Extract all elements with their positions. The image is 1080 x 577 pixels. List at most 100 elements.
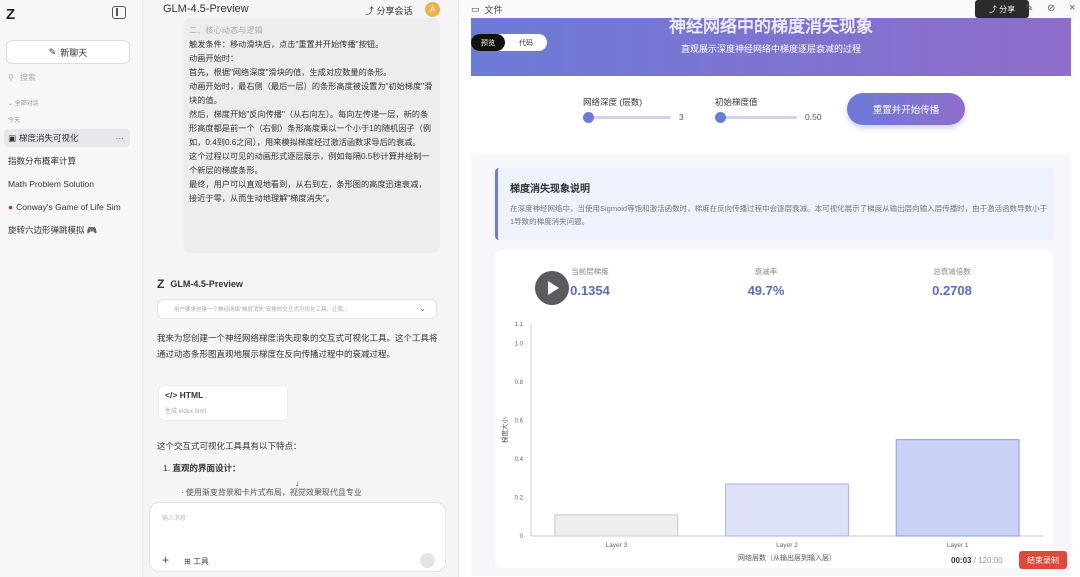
edit-icon[interactable]: ✎ bbox=[1025, 3, 1033, 14]
tab-preview[interactable]: 预览 bbox=[471, 34, 505, 51]
tools-button[interactable]: ⊞ 工具 bbox=[184, 556, 209, 567]
bar-layer-3 bbox=[554, 514, 679, 537]
reply-model-name: GLM-4.5-Preview bbox=[170, 279, 243, 289]
sidebar-toggle-icon[interactable] bbox=[112, 6, 126, 19]
grad-value: 0.50 bbox=[805, 112, 822, 122]
grad-label: 初始梯度值 bbox=[715, 97, 758, 107]
thinking-collapsed[interactable]: 用户要求创建一个神经网络"梯度消失"现象的交互式可视化工具。让我... ⌄ bbox=[157, 299, 437, 319]
share-icon: ⤴ bbox=[988, 4, 997, 14]
reply-intro: 我来为您创建一个神经网络梯度消失现象的交互式可视化工具。这个工具将通过动态条形图… bbox=[157, 333, 438, 359]
message-line: 二、核心动态与逻辑 bbox=[189, 26, 263, 35]
x-tick-label: Layer 3 bbox=[605, 542, 627, 549]
artifact-title: HTML bbox=[179, 390, 204, 400]
add-attachment-button[interactable]: + bbox=[162, 553, 169, 567]
sidebar-item-hexagon[interactable]: 旋转六边形弹跳模拟 🎮 bbox=[4, 221, 130, 239]
message-line: 这个过程以可见的动画形式逐层展示，例如每隔0.5秒计算并绘制一个新层的梯度条形。 bbox=[189, 152, 430, 175]
app-subtitle: 直观展示深度神经网络中梯度逐层衰减的过程 bbox=[680, 44, 861, 54]
controls-panel: 网络深度 (层数) 3 初始梯度值 0.50 重置并开始传播 bbox=[471, 76, 1071, 154]
preview-topbar: ▭ 文件 ⤴ 分享 ✎ ⊘ × bbox=[459, 0, 1080, 18]
depth-value: 3 bbox=[679, 112, 684, 122]
game-icon: ● bbox=[8, 202, 14, 212]
app-preview: 神经网络中的梯度消失现象 直观展示深度神经网络中梯度逐层衰减的过程 预览 代码 … bbox=[471, 18, 1071, 576]
chevron-down-icon[interactable]: ⌄ bbox=[419, 304, 426, 313]
preview-panel: ▭ 文件 ⤴ 分享 ✎ ⊘ × 神经网络中的梯度消失现象 直观展示深度神经网络中… bbox=[458, 0, 1080, 577]
feature-number: 1. bbox=[163, 463, 171, 473]
sidebar-item-label: 梯度消失可视化 bbox=[19, 133, 79, 143]
sidebar-item-label: 旋转六边形弹跳模拟 🎮 bbox=[8, 225, 98, 235]
sidebar-item-exponential[interactable]: 指数分布概率计算 bbox=[4, 152, 130, 170]
sidebar-item-conway[interactable]: ● Conway's Game of Life Sim bbox=[4, 198, 130, 216]
y-tick-label: 0 bbox=[520, 534, 524, 540]
sidebar-item-gradient[interactable]: ▣ 梯度消失可视化 ··· bbox=[4, 129, 130, 147]
share-icon: ⤴ bbox=[365, 6, 375, 16]
folder-icon: ▭ bbox=[471, 4, 480, 14]
message-input[interactable]: 输入消息 + ⊞ 工具 bbox=[149, 502, 446, 572]
y-tick-label: 1.0 bbox=[515, 341, 524, 347]
artifact-subtitle: 生成 index.html bbox=[165, 409, 207, 415]
message-line: 动画开始时，最右侧（最后一层）的条形高度被设置为"初始梯度"滑块的值。 bbox=[189, 82, 433, 105]
sidebar: Z ✎ 新聊天 ⚲ 搜索 ⌄ 全部对话 今天 ▣ 梯度消失可视化 ··· 指数分… bbox=[0, 0, 143, 577]
depth-slider[interactable] bbox=[589, 116, 671, 119]
section-all-label: 全部对话 bbox=[14, 101, 39, 107]
new-chat-button[interactable]: ✎ 新聊天 bbox=[6, 40, 130, 64]
stat-value: 0.2708 bbox=[932, 283, 972, 298]
stat-label: 衰减率 bbox=[754, 267, 778, 276]
depth-slider-handle[interactable] bbox=[583, 112, 594, 123]
chart-card: 当前层梯度 0.1354 衰减率 49.7% 总衰减倍数 0.2708 0 0.2… bbox=[495, 250, 1053, 568]
tab-code[interactable]: 代码 bbox=[505, 34, 547, 51]
explanation-title: 梯度消失现象说明 bbox=[510, 184, 590, 195]
sidebar-item-math[interactable]: Math Problem Solution bbox=[4, 175, 130, 193]
message-line: 首先，根据"网络深度"滑块的值，生成对应数量的条形。 bbox=[189, 68, 392, 77]
gradient-bar-chart: 0 0.2 0.4 0.6 0.8 1.0 1.1 梯度大小 Layer 3 Layer 2 Lay… bbox=[500, 322, 1043, 562]
html-artifact-card[interactable]: </> HTML 生成 index.html bbox=[158, 385, 288, 421]
y-axis-label: 梯度大小 bbox=[500, 417, 509, 444]
file-button[interactable]: ▭ 文件 bbox=[471, 3, 503, 16]
share-session-button[interactable]: ⤴ 分享会话 bbox=[365, 4, 413, 17]
explanation-card: 梯度消失现象说明 在深度神经网络中，当使用Sigmoid等饱和激活函数时，梯度在… bbox=[495, 168, 1053, 240]
share-button[interactable]: ⤴ 分享 bbox=[975, 0, 1029, 18]
feature-detail: · 使用渐变背景和卡片式布局，视觉效果现代且专业 bbox=[181, 488, 362, 497]
more-options-icon[interactable]: ··· bbox=[116, 133, 125, 143]
feature-item: 1. 直观的界面设计： bbox=[163, 462, 240, 474]
stat-label: 总衰减倍数 bbox=[933, 267, 971, 276]
compass-icon[interactable]: ⊘ bbox=[1047, 3, 1055, 14]
chat-title: GLM-4.5-Preview bbox=[163, 3, 249, 15]
share-label: 分享 bbox=[999, 4, 1016, 14]
close-icon[interactable]: × bbox=[1069, 2, 1075, 14]
section-today: 今天 bbox=[8, 118, 21, 124]
reset-start-button[interactable]: 重置并开始传播 bbox=[847, 93, 965, 125]
user-message: 二、核心动态与逻辑 触发条件：移动滑块后，点击"重置并开始传播"按钮。 动画开始… bbox=[183, 18, 440, 253]
y-tick-label: 0.8 bbox=[515, 380, 524, 386]
x-tick-label: Layer 1 bbox=[947, 542, 969, 549]
bar-layer-2 bbox=[725, 483, 849, 537]
message-line: 触发条件：移动滑块后，点击"重置并开始传播"按钮。 bbox=[189, 40, 384, 49]
grad-slider[interactable] bbox=[721, 116, 797, 119]
tools-label: 工具 bbox=[192, 557, 209, 566]
y-tick-label: 0.2 bbox=[515, 495, 524, 501]
reply-header: Z GLM-4.5-Preview bbox=[157, 277, 243, 291]
search-icon: ⚲ bbox=[8, 73, 14, 82]
app-logo: Z bbox=[6, 6, 16, 23]
timer-current: 00:03 bbox=[951, 556, 972, 565]
grad-slider-handle[interactable] bbox=[715, 112, 726, 123]
send-button[interactable] bbox=[420, 553, 435, 568]
hero-banner: 神经网络中的梯度消失现象 直观展示深度神经网络中梯度逐层衰减的过程 预览 代码 bbox=[471, 18, 1071, 76]
user-avatar[interactable]: A bbox=[425, 2, 440, 17]
timer-total: 120:00 bbox=[978, 556, 1003, 565]
view-toggle: 预览 代码 bbox=[471, 34, 547, 51]
stat-decay-rate: 衰减率 49.7% bbox=[701, 266, 831, 298]
play-video-button[interactable] bbox=[535, 271, 569, 305]
bar-layer-1 bbox=[895, 439, 1020, 537]
y-tick-label: 1.1 bbox=[515, 322, 524, 328]
sidebar-item-label: 指数分布概率计算 bbox=[8, 156, 77, 166]
search-input[interactable]: ⚲ 搜索 bbox=[8, 72, 36, 83]
code-icon: </> bbox=[165, 390, 178, 400]
file-label: 文件 bbox=[484, 5, 503, 15]
tools-icon: ⊞ bbox=[184, 557, 191, 566]
chat-icon: ▣ bbox=[8, 132, 17, 143]
x-tick-label: Layer 2 bbox=[776, 542, 798, 549]
y-tick-label: 0.4 bbox=[515, 457, 524, 463]
recording-timer: 00:03 / 120:00 bbox=[951, 556, 1003, 565]
section-all-chats[interactable]: ⌄ 全部对话 bbox=[8, 98, 39, 107]
stop-recording-button[interactable]: 结束录制 bbox=[1019, 551, 1067, 569]
